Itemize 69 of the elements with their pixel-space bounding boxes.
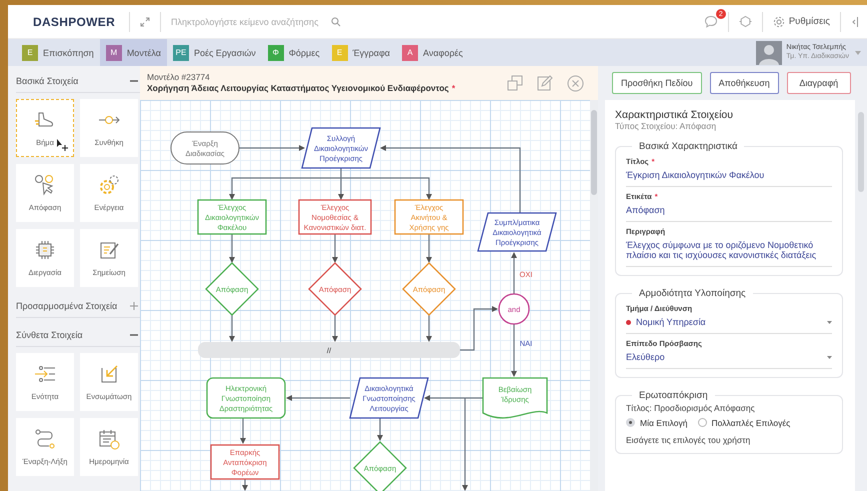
avatar-placeholder[interactable] [756,40,782,64]
nav-tab[interactable]: Μ Μοντέλα [100,39,167,66]
select-field[interactable]: Νομική Υπηρεσία [626,313,832,334]
field-note: Εισάγετε τις επιλογές του χρήστη [626,434,752,445]
connector-arrow [286,395,350,401]
duplicate-icon[interactable] [507,75,523,91]
section-title: Βασικά Στοιχεία [16,76,78,86]
expand-icon[interactable] [140,16,150,26]
settings-link[interactable]: Ρυθμίσεις [788,16,830,27]
decision-icon [34,174,56,196]
nav-tab[interactable]: Ε Επισκόπηση [16,39,100,66]
connector-arrow [426,234,432,263]
connector-arrow [229,315,235,342]
nav-tab[interactable]: Φ Φόρμες [262,39,326,66]
connector-arrow [426,315,432,342]
model-title: Χορήγηση Άδειας Λειτουργίας Καταστήματος Υγειονομικού Ενδιαφέροντος [147,83,449,94]
expand-plus-icon[interactable] [130,302,138,310]
radio-label[interactable]: Πολλαπλές Επιλογές [712,418,790,428]
group-legend: Αρμοδιότητα Υλοποίησης [632,288,753,300]
close-icon[interactable] [567,74,584,92]
action-button[interactable]: Προσθήκη Πεδίου [612,72,702,94]
connector-arrow [239,145,305,151]
gear-icon [98,174,120,196]
connector-arrow [240,418,246,444]
caret-icon[interactable] [827,321,832,324]
radio-button[interactable] [626,418,635,428]
group-legend: Ερωτοαπόκριση [632,390,715,401]
panel-subtitle: Τύπος Στοιχείου: Απόφαση [615,121,718,131]
connector-arrow [332,315,338,342]
nav-tab[interactable]: Α Αναφορές [396,39,469,66]
connector-arrow [242,479,248,491]
action-button[interactable]: Αποθήκευση [710,72,779,94]
connector-arrow [511,252,517,294]
move-cursor-icon [56,138,70,152]
connector-arrow [377,418,383,441]
scrollbar[interactable] [590,100,598,491]
edit-icon[interactable] [537,75,553,91]
section-icon [34,363,56,385]
connector-arrow [511,324,517,377]
connector-arrow [460,306,498,351]
select-field[interactable]: Ελεύθερο [626,348,832,369]
settings-icon[interactable] [772,16,785,28]
radio-label[interactable]: Μία Επιλογή [640,418,688,428]
search-field[interactable]: Πληκτρολογήστε κείμενο αναζήτησης [171,16,321,26]
caret-icon[interactable] [827,356,832,359]
model-number: Μοντέλο #23774 [147,72,211,83]
logo: DASHPOWER [33,14,116,28]
field-note: Τίτλος: Προσδιορισμός Απόφασης [626,402,756,413]
unsaved-mark: * [452,83,456,94]
input-field[interactable]: Έλεγχος σύμφωνα με το οριζόμενο Νομοθετικό πλαίσιο και τις ισχύουσες κανονιστικές διατάξεις [626,236,832,268]
input-field[interactable]: Απόφαση [626,200,832,222]
panel-title: Χαρακτηριστικά Στοιχείου [615,109,734,121]
collapse-icon[interactable] [851,16,859,28]
section-title: Προσαρμοσμένα Στοιχεία [16,301,118,311]
input-field[interactable]: Έγκριση Δικαιολογητικών Φακέλου [626,166,832,187]
action-button[interactable]: Διαγραφή [786,72,851,94]
nav-tab[interactable]: Ε Έγγραφα [326,39,396,66]
calendar-icon [98,428,120,450]
chip-icon [34,239,56,261]
radio-button[interactable] [698,418,706,428]
connector-arrow [229,234,235,263]
caret-icon[interactable] [855,50,861,54]
group-legend: Βασικά Χαρακτηριστικά [632,141,744,152]
search-icon[interactable] [331,16,341,26]
nav-tab[interactable]: ΡΕ Ροές Εργασιών [166,39,262,66]
connector-arrow [332,234,338,263]
chat-icon[interactable] [704,15,718,28]
startend-icon [34,428,56,450]
section-title: Σύνθετα Στοιχεία [16,330,83,340]
